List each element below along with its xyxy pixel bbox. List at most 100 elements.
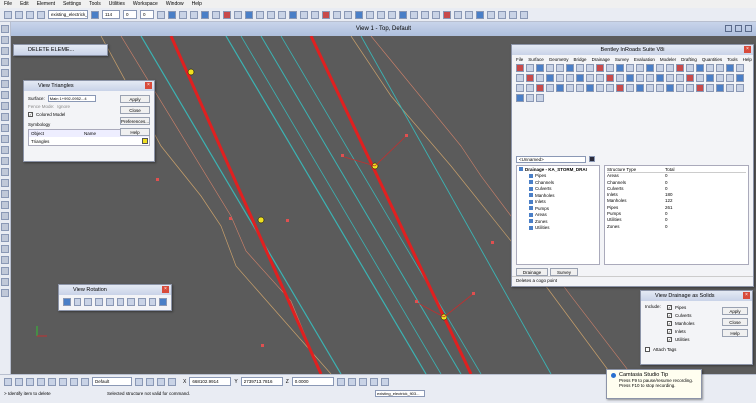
delete-element-title[interactable]: DELETE ELEME... bbox=[14, 45, 107, 55]
tool9-icon[interactable] bbox=[355, 10, 363, 19]
inroads-tool-icon[interactable] bbox=[716, 64, 724, 72]
pattern-icon[interactable] bbox=[1, 113, 9, 121]
accudraw-lock-icon[interactable] bbox=[336, 377, 345, 386]
rotate-view4-icon[interactable] bbox=[105, 298, 114, 306]
reference-icon[interactable] bbox=[168, 10, 176, 19]
fence-icon[interactable] bbox=[1, 168, 9, 176]
tree-item-utilities[interactable]: Utilities bbox=[517, 225, 599, 232]
minimize-icon[interactable] bbox=[725, 25, 732, 32]
delete-icon[interactable] bbox=[1, 135, 9, 143]
inroads-tool-icon[interactable] bbox=[586, 64, 594, 72]
menu-file[interactable]: File bbox=[4, 1, 12, 7]
inroads-menu-geometry[interactable]: Geometry bbox=[549, 57, 569, 62]
inroads-tool-icon[interactable] bbox=[666, 64, 674, 72]
menu-workspace[interactable]: Workspace bbox=[133, 1, 158, 7]
inlet-marker[interactable] bbox=[472, 292, 475, 295]
inroads-tool-icon[interactable] bbox=[666, 74, 674, 82]
level-icon[interactable] bbox=[91, 10, 99, 19]
fit-icon[interactable] bbox=[146, 377, 154, 386]
inroads-tool-icon[interactable] bbox=[666, 84, 674, 92]
inroads-tool-icon[interactable] bbox=[636, 64, 644, 72]
inroads-tool-icon[interactable] bbox=[546, 74, 554, 82]
inroads-tool-icon[interactable] bbox=[636, 74, 644, 82]
inroads-tool-icon[interactable] bbox=[556, 84, 564, 92]
close-icon[interactable]: × bbox=[744, 46, 751, 53]
inroads-tool-icon[interactable] bbox=[736, 64, 744, 72]
pipe-line[interactable] bbox=[309, 36, 473, 374]
color-icon[interactable] bbox=[589, 156, 595, 162]
inroads-tool-icon[interactable] bbox=[686, 64, 694, 72]
inroads-tool-icon[interactable] bbox=[606, 84, 614, 92]
inroads-tool-icon[interactable] bbox=[596, 64, 604, 72]
close-icon[interactable]: × bbox=[743, 292, 750, 299]
culverts-checkbox[interactable]: ✓ bbox=[667, 312, 672, 318]
tab-drainage[interactable]: Drainage bbox=[516, 267, 548, 276]
inroads-menu-file[interactable]: File bbox=[516, 57, 523, 62]
pipes-checkbox[interactable]: ✓ bbox=[667, 304, 672, 310]
inroads-tool-icon[interactable] bbox=[546, 64, 554, 72]
inroads-tool-icon[interactable] bbox=[706, 64, 714, 72]
menu-tools[interactable]: Tools bbox=[89, 1, 101, 7]
curve-icon[interactable] bbox=[1, 223, 9, 231]
snap-mode-icon[interactable] bbox=[37, 377, 45, 386]
inroads-menu-quantities[interactable]: Quantities bbox=[702, 57, 722, 62]
inroads-tool-icon[interactable] bbox=[736, 84, 744, 92]
arc-icon[interactable] bbox=[1, 47, 9, 55]
tool1-icon[interactable] bbox=[267, 10, 275, 19]
preferences-button[interactable]: Preferences... bbox=[120, 117, 150, 125]
close-icon[interactable]: × bbox=[145, 82, 152, 89]
cell-icon[interactable] bbox=[1, 91, 9, 99]
display-icon[interactable] bbox=[168, 377, 176, 386]
inroads-menu-tools[interactable]: Tools bbox=[727, 57, 738, 62]
inroads-tool-icon[interactable] bbox=[536, 84, 544, 92]
tool10-icon[interactable] bbox=[366, 10, 374, 19]
inroads-tool-icon[interactable] bbox=[726, 64, 734, 72]
active-model-combo[interactable]: existing_electrick_fi03... bbox=[48, 10, 88, 19]
table-row[interactable]: Zones 0 bbox=[607, 224, 746, 230]
inroads-menu-evaluation[interactable]: Evaluation bbox=[634, 57, 655, 62]
surface-select[interactable]: Main 1+992-0952...4 bbox=[47, 95, 96, 102]
tool13-icon[interactable] bbox=[399, 10, 407, 19]
y-coordinate-field[interactable]: 2739713.7816 bbox=[240, 377, 283, 386]
inroads-tool-icon[interactable] bbox=[706, 74, 714, 82]
inroads-tool-icon[interactable] bbox=[696, 84, 704, 92]
inlet-marker[interactable] bbox=[261, 344, 264, 347]
inroads-tool-icon[interactable] bbox=[676, 64, 684, 72]
maximize-icon[interactable] bbox=[735, 25, 742, 32]
tool16-icon[interactable] bbox=[432, 10, 440, 19]
inroads-tool-icon[interactable] bbox=[716, 84, 724, 92]
inlet-marker[interactable] bbox=[286, 219, 289, 222]
attach-tags-checkbox[interactable] bbox=[645, 347, 650, 352]
inroads-tool-icon[interactable] bbox=[516, 64, 524, 72]
tool20-icon[interactable] bbox=[476, 10, 484, 19]
inroads-tool-icon[interactable] bbox=[516, 94, 524, 102]
inroads-menu-drafting[interactable]: Drafting bbox=[681, 57, 697, 62]
z-coordinate-field[interactable]: 0.0000 bbox=[291, 377, 334, 386]
tool23-icon[interactable] bbox=[509, 10, 517, 19]
project-select[interactable]: <Unnamed> bbox=[516, 155, 586, 163]
inroads-menu-survey[interactable]: Survey bbox=[615, 57, 629, 62]
rotate-view6-icon[interactable] bbox=[127, 298, 135, 306]
view-attrs-combo[interactable]: Default bbox=[92, 377, 132, 386]
inroads-menu-help[interactable]: Help bbox=[743, 57, 752, 62]
level-combo[interactable]: 114 bbox=[102, 10, 120, 19]
tool12-icon[interactable] bbox=[388, 10, 396, 19]
inroads-tool-icon[interactable] bbox=[536, 74, 544, 82]
circle-icon[interactable] bbox=[1, 58, 9, 66]
inlet-marker[interactable] bbox=[405, 134, 408, 137]
inroads-tool-icon[interactable] bbox=[526, 84, 534, 92]
raster-icon[interactable] bbox=[179, 10, 187, 19]
tool8-icon[interactable] bbox=[344, 10, 352, 19]
tool17-icon[interactable] bbox=[443, 10, 451, 19]
rotate-left-icon[interactable] bbox=[63, 298, 71, 306]
inroads-tool-icon[interactable] bbox=[576, 64, 584, 72]
snap-icon[interactable] bbox=[223, 10, 231, 19]
tool24-icon[interactable] bbox=[520, 10, 528, 19]
menu-edit[interactable]: Edit bbox=[20, 1, 29, 7]
inroads-tool-icon[interactable] bbox=[566, 64, 574, 72]
inroads-menu-drainage[interactable]: Drainage bbox=[592, 57, 610, 62]
inlets-checkbox[interactable]: ✓ bbox=[667, 328, 672, 334]
inroads-tool-icon[interactable] bbox=[566, 74, 574, 82]
dimension-icon[interactable] bbox=[1, 102, 9, 110]
manhole[interactable] bbox=[187, 68, 195, 76]
